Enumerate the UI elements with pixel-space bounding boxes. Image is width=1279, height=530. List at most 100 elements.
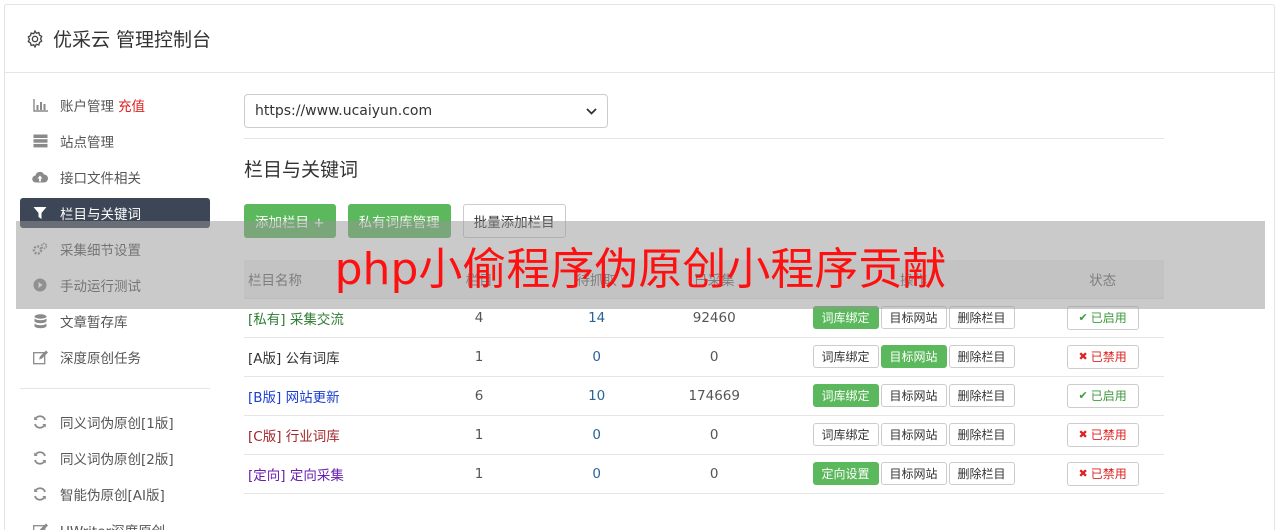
sidebar-item-uwriter[interactable]: UWriter深度原创 (20, 515, 210, 530)
cloud-upload-icon (32, 169, 48, 185)
collected-cell: 174669 (642, 375, 786, 415)
status-toggle[interactable]: ✔ 已启用 (1066, 305, 1139, 330)
status-cell: ✖ 已禁用 (1041, 336, 1164, 376)
site-select-value: https://www.ucaiyun.com (255, 103, 433, 119)
column-count-cell: 1 (407, 336, 551, 376)
status-label: 已启用 (1090, 389, 1127, 403)
overlay-text: php小偷程序伪原创小程序贡献 (334, 244, 947, 295)
column-tag: [A版] (248, 350, 282, 367)
target-site-button[interactable]: 目标网站 (880, 423, 947, 446)
column-count-cell: 1 (407, 414, 551, 454)
target-site-button[interactable]: 目标网站 (880, 462, 947, 485)
table-row: [定向] 定向采集 1 0 0 定向设置 目标网站 删除栏目 ✖ 已禁用 (244, 453, 1164, 494)
sidebar: 账户管理 充值 站点管理 接口文件相关 栏目与关键词 采集细节设置 手动运行测试 (20, 90, 210, 530)
column-name[interactable]: 采集交流 (290, 312, 344, 328)
status-label: 已禁用 (1090, 467, 1127, 481)
status-toggle[interactable]: ✖ 已禁用 (1066, 344, 1139, 369)
table-row: [A版] 公有词库 1 0 0 词库绑定 目标网站 删除栏目 ✖ 已禁用 (244, 336, 1164, 376)
column-tag: [私有] (248, 311, 286, 328)
collected-cell: 0 (642, 336, 786, 376)
sidebar-item-sites[interactable]: 站点管理 (20, 126, 210, 156)
sidebar-divider (20, 388, 210, 389)
column-count-cell: 1 (407, 453, 551, 494)
pending-cell[interactable]: 0 (550, 336, 643, 376)
sidebar-item-synonym-v2[interactable]: 同义词伪原创[2版] (20, 443, 210, 473)
delete-column-button[interactable]: 删除栏目 (948, 306, 1015, 329)
pending-cell[interactable]: 0 (550, 414, 643, 454)
lexicon-bind-button[interactable]: 词库绑定 (812, 384, 879, 407)
pending-cell[interactable]: 0 (550, 453, 643, 494)
column-name[interactable]: 行业词库 (286, 429, 340, 445)
pending-cell[interactable]: 10 (550, 375, 643, 415)
status-toggle[interactable]: ✔ 已启用 (1066, 383, 1139, 408)
cross-icon: ✖ (1078, 350, 1088, 363)
status-cell: ✔ 已启用 (1041, 375, 1164, 415)
actions-cell: 词库绑定 目标网站 删除栏目 (785, 414, 1042, 454)
sidebar-item-article-store[interactable]: 文章暂存库 (20, 306, 210, 336)
sidebar-item-label: 同义词伪原创[1版] (60, 416, 174, 432)
sidebar-item-label: 智能伪原创[AI版] (60, 488, 165, 504)
sidebar-item-interface[interactable]: 接口文件相关 (20, 162, 210, 192)
sidebar-item-label: UWriter深度原创 (60, 520, 165, 530)
refresh-icon (32, 486, 48, 502)
site-select[interactable]: https://www.ucaiyun.com (244, 94, 608, 128)
column-name-cell: [A版] 公有词库 (244, 336, 408, 376)
collected-cell: 0 (642, 414, 786, 454)
column-name[interactable]: 网站更新 (286, 390, 340, 406)
lexicon-bind-button[interactable]: 词库绑定 (812, 345, 879, 368)
lexicon-bind-button[interactable]: 词库绑定 (812, 306, 879, 329)
actions-cell: 词库绑定 目标网站 删除栏目 (785, 336, 1042, 376)
status-cell: ✖ 已禁用 (1041, 414, 1164, 454)
check-icon: ✔ (1078, 389, 1088, 402)
cross-icon: ✖ (1078, 467, 1088, 480)
actions-cell: 定向设置 目标网站 删除栏目 (785, 453, 1042, 494)
directional-settings-button[interactable]: 定向设置 (812, 462, 879, 485)
status-cell: ✖ 已禁用 (1041, 453, 1164, 494)
status-toggle[interactable]: ✖ 已禁用 (1066, 422, 1139, 447)
collected-cell: 0 (642, 453, 786, 494)
status-toggle[interactable]: ✖ 已禁用 (1066, 461, 1139, 486)
sidebar-item-account[interactable]: 账户管理 充值 (20, 90, 210, 120)
delete-column-button[interactable]: 删除栏目 (948, 345, 1015, 368)
column-name-cell: [C版] 行业词库 (244, 414, 408, 454)
chevron-down-icon (586, 105, 597, 118)
delete-column-button[interactable]: 删除栏目 (948, 384, 1015, 407)
column-name[interactable]: 公有词库 (286, 351, 340, 367)
column-tag: [定向] (248, 467, 286, 484)
actions-cell: 词库绑定 目标网站 删除栏目 (785, 375, 1042, 415)
column-tag: [C版] (248, 428, 282, 445)
target-site-button[interactable]: 目标网站 (880, 384, 947, 407)
delete-column-button[interactable]: 删除栏目 (948, 423, 1015, 446)
column-name[interactable]: 定向采集 (290, 468, 344, 484)
sidebar-item-label: 文章暂存库 (60, 315, 128, 331)
target-site-button[interactable]: 目标网站 (880, 345, 947, 368)
column-tag: [B版] (248, 389, 282, 406)
status-label: 已禁用 (1090, 350, 1127, 364)
sidebar-item-label: 同义词伪原创[2版] (60, 452, 174, 468)
column-name-cell: [B版] 网站更新 (244, 375, 408, 415)
delete-column-button[interactable]: 删除栏目 (948, 462, 1015, 485)
table-row: [B版] 网站更新 6 10 174669 词库绑定 目标网站 删除栏目 ✔ 已启用 (244, 375, 1164, 415)
lexicon-bind-button[interactable]: 词库绑定 (812, 423, 879, 446)
sidebar-item-synonym-v1[interactable]: 同义词伪原创[1版] (20, 407, 210, 437)
recharge-link[interactable]: 充值 (118, 95, 145, 115)
column-name-cell: [定向] 定向采集 (244, 453, 408, 494)
sidebar-item-label: 深度原创任务 (60, 351, 141, 367)
section-title: 栏目与关键词 (244, 159, 359, 181)
edit-icon (32, 522, 48, 530)
refresh-icon (32, 414, 48, 430)
sidebar-item-ai-original[interactable]: 智能伪原创[AI版] (20, 479, 210, 509)
refresh-icon (32, 450, 48, 466)
sidebar-item-deep-original[interactable]: 深度原创任务 (20, 342, 210, 372)
sidebar-item-label: 接口文件相关 (60, 171, 141, 187)
header: 优采云 管理控制台 (5, 5, 1274, 73)
sidebar-item-label: 账户管理 (60, 99, 114, 115)
filter-icon (32, 205, 48, 221)
edit-icon (32, 349, 48, 365)
sidebar-item-label: 栏目与关键词 (60, 207, 141, 223)
status-label: 已启用 (1090, 311, 1127, 325)
watermark-overlay: php小偷程序伪原创小程序贡献 (16, 221, 1265, 309)
gear-icon (27, 29, 43, 48)
status-label: 已禁用 (1090, 428, 1127, 442)
target-site-button[interactable]: 目标网站 (880, 306, 947, 329)
